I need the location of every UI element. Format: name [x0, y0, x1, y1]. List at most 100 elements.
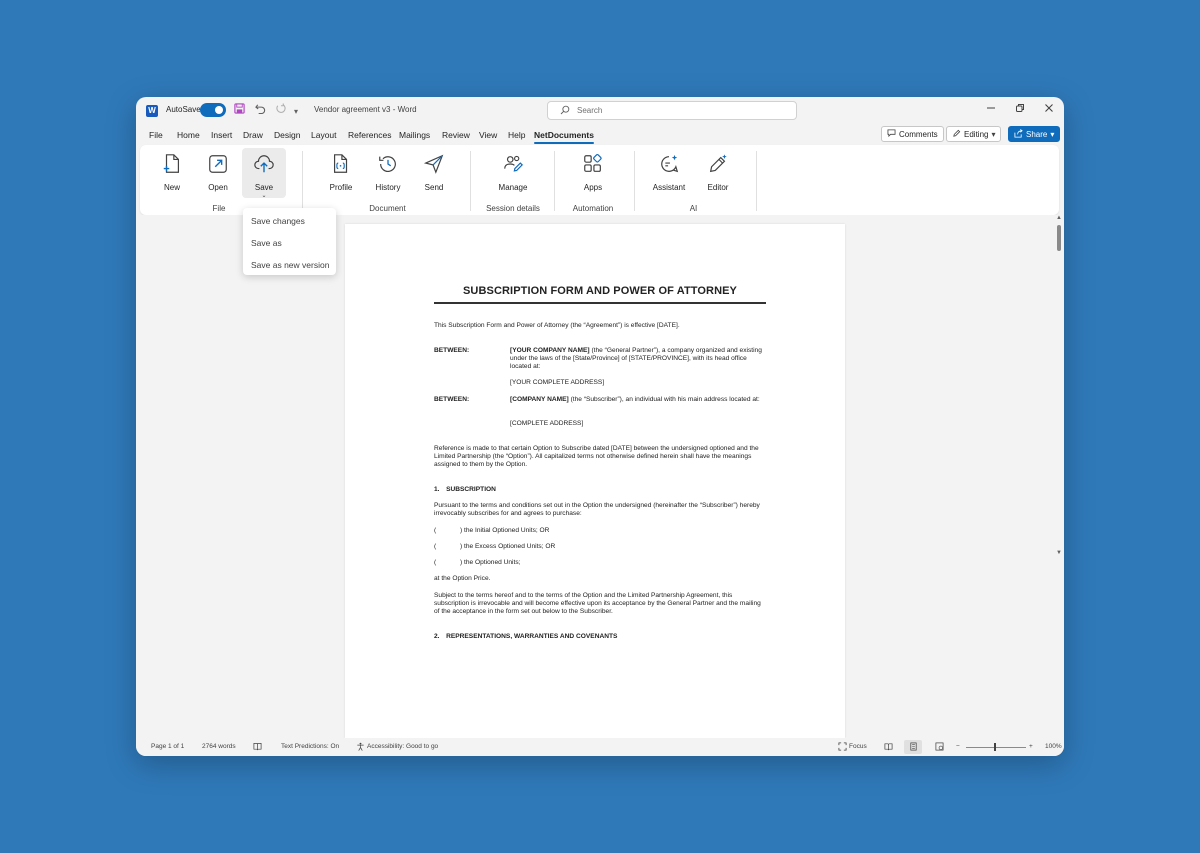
profile-button[interactable]: Profile: [319, 148, 363, 198]
tab-mailings[interactable]: Mailings: [399, 130, 430, 140]
party-1-paragraph: [YOUR COMPANY NAME] (the “General Partne…: [510, 347, 766, 371]
pencil-icon: [952, 129, 961, 140]
tab-layout[interactable]: Layout: [311, 130, 337, 140]
read-mode-icon[interactable]: [884, 742, 893, 753]
open-icon: [209, 155, 227, 173]
save-dropdown-menu: Save changes Save as Save as new version: [243, 208, 336, 275]
assistant-label: Assistant: [652, 183, 686, 192]
editor-button[interactable]: Editor: [696, 148, 740, 198]
new-button[interactable]: New: [150, 148, 194, 198]
customize-toolbar-icon[interactable]: ▾: [294, 105, 298, 119]
history-button[interactable]: History: [366, 148, 410, 198]
editing-mode-button[interactable]: Editing ▾: [946, 126, 1002, 142]
vertical-scrollbar[interactable]: ▲ ▼: [1054, 215, 1064, 560]
tab-netdocuments[interactable]: NetDocuments: [534, 130, 594, 144]
save-label: Save: [254, 183, 274, 192]
minimize-icon[interactable]: [983, 103, 999, 116]
zoom-out-button[interactable]: −: [956, 743, 960, 750]
group-label-document: Document: [369, 204, 406, 213]
intro-paragraph: This Subscription Form and Power of Atto…: [434, 322, 680, 329]
chevron-down-icon[interactable]: ⌄: [242, 192, 286, 199]
tab-review[interactable]: Review: [442, 130, 470, 140]
autosave-toggle[interactable]: [200, 103, 226, 117]
menu-item-save-changes[interactable]: Save changes: [243, 210, 336, 232]
document-page[interactable]: SUBSCRIPTION FORM AND POWER OF ATTORNEY …: [345, 224, 845, 738]
profile-label: Profile: [329, 183, 353, 192]
tab-insert[interactable]: Insert: [211, 130, 232, 140]
undo-icon[interactable]: [255, 103, 266, 118]
editor-pen-icon: [709, 154, 727, 173]
between-label-1: BETWEEN:: [434, 347, 470, 354]
scroll-down-icon[interactable]: ▼: [1056, 550, 1062, 556]
share-button[interactable]: Share ▾: [1008, 126, 1061, 142]
save-button[interactable]: Save ⌄: [242, 148, 286, 199]
party-2-text: (the “Subscriber”), an individual with h…: [568, 396, 760, 403]
manage-label: Manage: [498, 183, 528, 192]
party-1-name: [YOUR COMPANY NAME]: [510, 347, 590, 354]
tab-draw[interactable]: Draw: [243, 130, 263, 140]
group-divider: [634, 151, 635, 211]
option-line: ( ) the Initial Optioned Units; OR: [434, 527, 549, 534]
redo-icon[interactable]: [275, 103, 286, 118]
comments-button[interactable]: Comments: [881, 126, 944, 142]
send-button[interactable]: Send: [412, 148, 456, 198]
option-paren: (: [434, 527, 437, 534]
scroll-up-icon[interactable]: ▲: [1056, 215, 1062, 221]
web-layout-icon[interactable]: [935, 742, 944, 753]
close-icon[interactable]: [1041, 103, 1057, 116]
print-layout-icon[interactable]: [909, 742, 918, 753]
menu-item-save-as[interactable]: Save as: [243, 232, 336, 254]
new-document-icon: [163, 154, 180, 173]
tab-file[interactable]: File: [149, 130, 163, 140]
section-1-paragraph: Pursuant to the terms and conditions set…: [434, 502, 760, 518]
tab-home[interactable]: Home: [177, 130, 200, 140]
autosave-label: AutoSave: [166, 105, 201, 114]
accessibility-status[interactable]: Accessibility: Good to go: [367, 743, 438, 750]
search-icon: [560, 105, 570, 118]
section-1-heading: 1. SUBSCRIPTION: [434, 486, 496, 493]
proofing-book-icon[interactable]: [253, 742, 262, 753]
zoom-level[interactable]: 100%: [1045, 743, 1062, 750]
chevron-down-icon: ▾: [1050, 129, 1055, 139]
menu-item-save-as-new-version[interactable]: Save as new version: [243, 254, 336, 276]
party-1-address: [YOUR COMPLETE ADDRESS]: [510, 379, 605, 386]
word-count[interactable]: 2764 words: [202, 743, 236, 750]
cloud-upload-icon: [254, 155, 274, 173]
focus-icon[interactable]: [838, 742, 847, 753]
open-button[interactable]: Open: [196, 148, 240, 198]
search-input[interactable]: Search: [547, 101, 797, 120]
tab-help[interactable]: Help: [508, 130, 525, 140]
section-2-heading: 2. REPRESENTATIONS, WARRANTIES AND COVEN…: [434, 633, 618, 640]
tab-view[interactable]: View: [479, 130, 497, 140]
option-line: () the Excess Optioned Units; OR: [434, 543, 555, 550]
group-label-session: Session details: [486, 204, 540, 213]
apps-button[interactable]: Apps: [571, 148, 615, 198]
zoom-slider[interactable]: [966, 747, 1026, 748]
accessibility-icon[interactable]: [356, 742, 365, 753]
tab-references[interactable]: References: [348, 130, 391, 140]
page-count[interactable]: Page 1 of 1: [151, 743, 184, 750]
group-divider: [756, 151, 757, 211]
manage-people-icon: [504, 155, 524, 172]
focus-label[interactable]: Focus: [849, 743, 867, 750]
assistant-button[interactable]: Assistant: [647, 148, 691, 198]
group-divider: [302, 151, 303, 211]
send-label: Send: [424, 183, 444, 192]
option-text: ) the Initial Optioned Units; OR: [460, 527, 550, 534]
save-icon[interactable]: [234, 103, 245, 118]
price-paragraph: at the Option Price.: [434, 575, 491, 582]
zoom-slider-thumb[interactable]: [994, 743, 996, 751]
text-predictions-status[interactable]: Text Predictions: On: [281, 743, 339, 750]
party-2-address: [COMPLETE ADDRESS]: [510, 420, 584, 427]
new-label: New: [163, 183, 180, 192]
scrollbar-thumb[interactable]: [1057, 225, 1061, 251]
group-divider: [470, 151, 471, 211]
open-label: Open: [208, 183, 228, 192]
restore-icon[interactable]: [1012, 103, 1028, 116]
manage-button[interactable]: Manage: [491, 148, 535, 198]
search-placeholder: Search: [577, 106, 603, 115]
document-canvas: SUBSCRIPTION FORM AND POWER OF ATTORNEY …: [136, 215, 1064, 738]
tab-design[interactable]: Design: [274, 130, 300, 140]
option-paren: (: [434, 559, 437, 566]
zoom-in-button[interactable]: +: [1029, 743, 1033, 750]
